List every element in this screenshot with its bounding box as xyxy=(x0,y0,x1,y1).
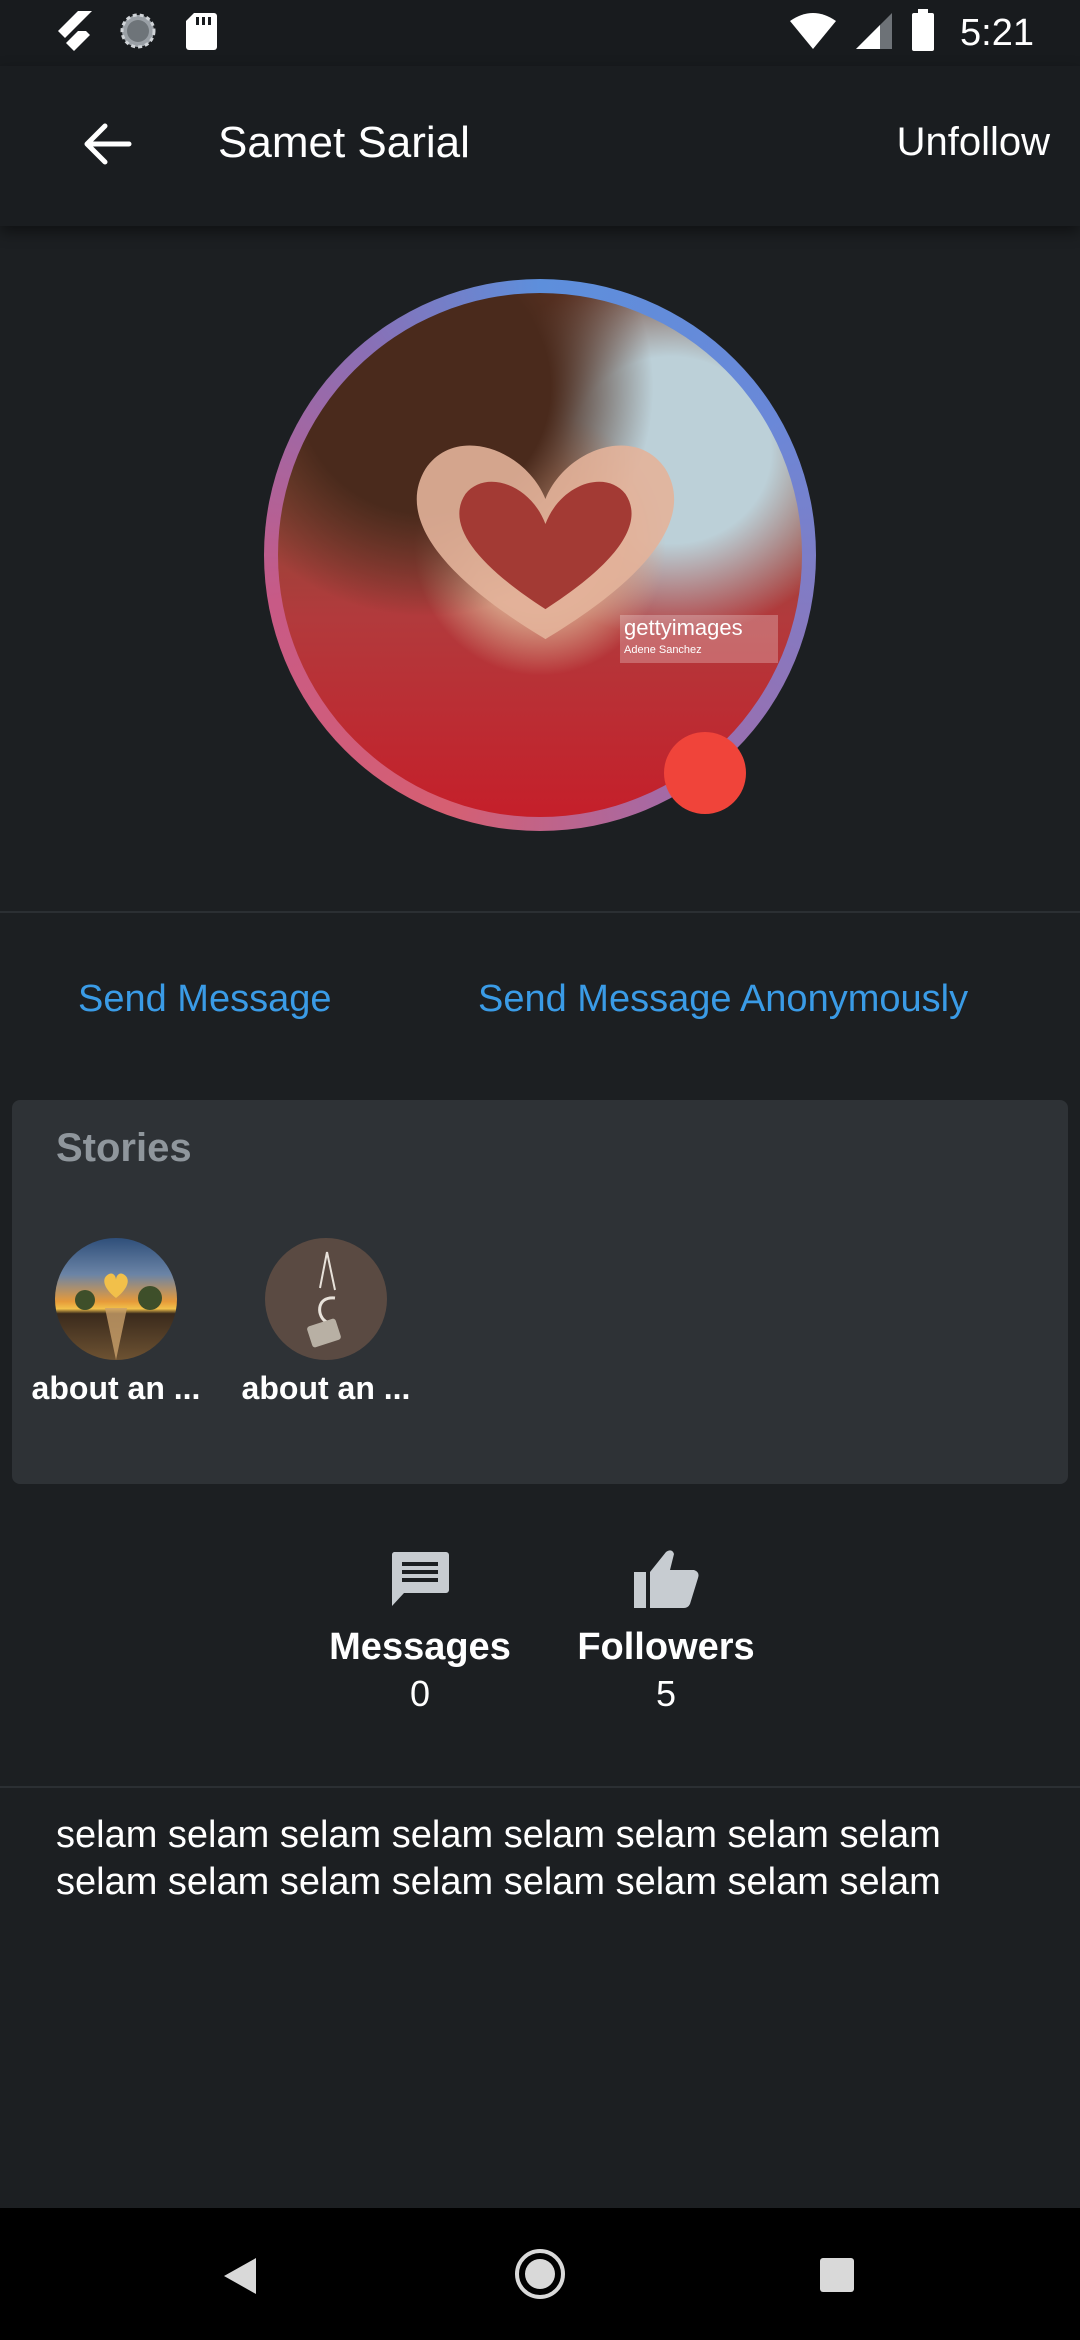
battery-icon xyxy=(910,8,936,58)
followers-stat[interactable]: Followers 5 xyxy=(556,1548,776,1715)
sync-icon xyxy=(118,11,158,56)
sd-card-icon xyxy=(184,11,218,56)
status-time: 5:21 xyxy=(960,11,1034,54)
messages-label: Messages xyxy=(329,1626,511,1668)
page-title: Samet Sarial xyxy=(218,118,470,167)
back-button[interactable] xyxy=(72,110,144,182)
story-label: about an ... xyxy=(241,1370,411,1406)
wifi-icon xyxy=(788,11,838,56)
story-label: about an ... xyxy=(31,1370,201,1406)
message-icon xyxy=(390,1550,450,1613)
story-item[interactable]: about an ... xyxy=(26,1238,206,1407)
avatar-watermark: gettyimages Adene Sanchez xyxy=(620,615,778,663)
nav-home-icon[interactable] xyxy=(514,2248,566,2305)
unfollow-button[interactable]: Unfollow xyxy=(897,120,1050,165)
stories-title: Stories xyxy=(56,1126,192,1170)
divider xyxy=(0,911,1080,913)
send-anonymous-message-button[interactable]: Send Message Anonymously xyxy=(478,978,968,1021)
nav-back-icon[interactable] xyxy=(222,2256,258,2301)
online-status-dot xyxy=(664,732,746,814)
stories-card: Stories about an ... about an ... xyxy=(12,1100,1068,1484)
followers-count: 5 xyxy=(655,1673,677,1714)
divider xyxy=(0,1786,1080,1788)
send-message-button[interactable]: Send Message xyxy=(78,978,332,1021)
back-arrow-icon xyxy=(83,122,133,171)
thumb-up-icon xyxy=(632,1548,700,1615)
flutter-icon xyxy=(52,9,92,58)
signal-icon xyxy=(854,11,894,56)
app-bar: Samet Sarial Unfollow xyxy=(0,66,1080,226)
system-nav-bar xyxy=(0,2208,1080,2340)
story-item[interactable]: about an ... xyxy=(236,1238,416,1407)
story-thumbnail xyxy=(265,1238,387,1360)
story-thumbnail xyxy=(55,1238,177,1360)
messages-stat[interactable]: Messages 0 xyxy=(310,1548,530,1715)
status-bar: 5:21 xyxy=(0,0,1080,66)
nav-recents-icon[interactable] xyxy=(820,2258,854,2292)
profile-screen: 5:21 Samet Sarial Unfollow gettyimages A… xyxy=(0,0,1080,2340)
profile-bio: selam selam selam selam selam selam sela… xyxy=(56,1814,941,1903)
followers-label: Followers xyxy=(577,1626,755,1668)
messages-count: 0 xyxy=(409,1673,431,1714)
